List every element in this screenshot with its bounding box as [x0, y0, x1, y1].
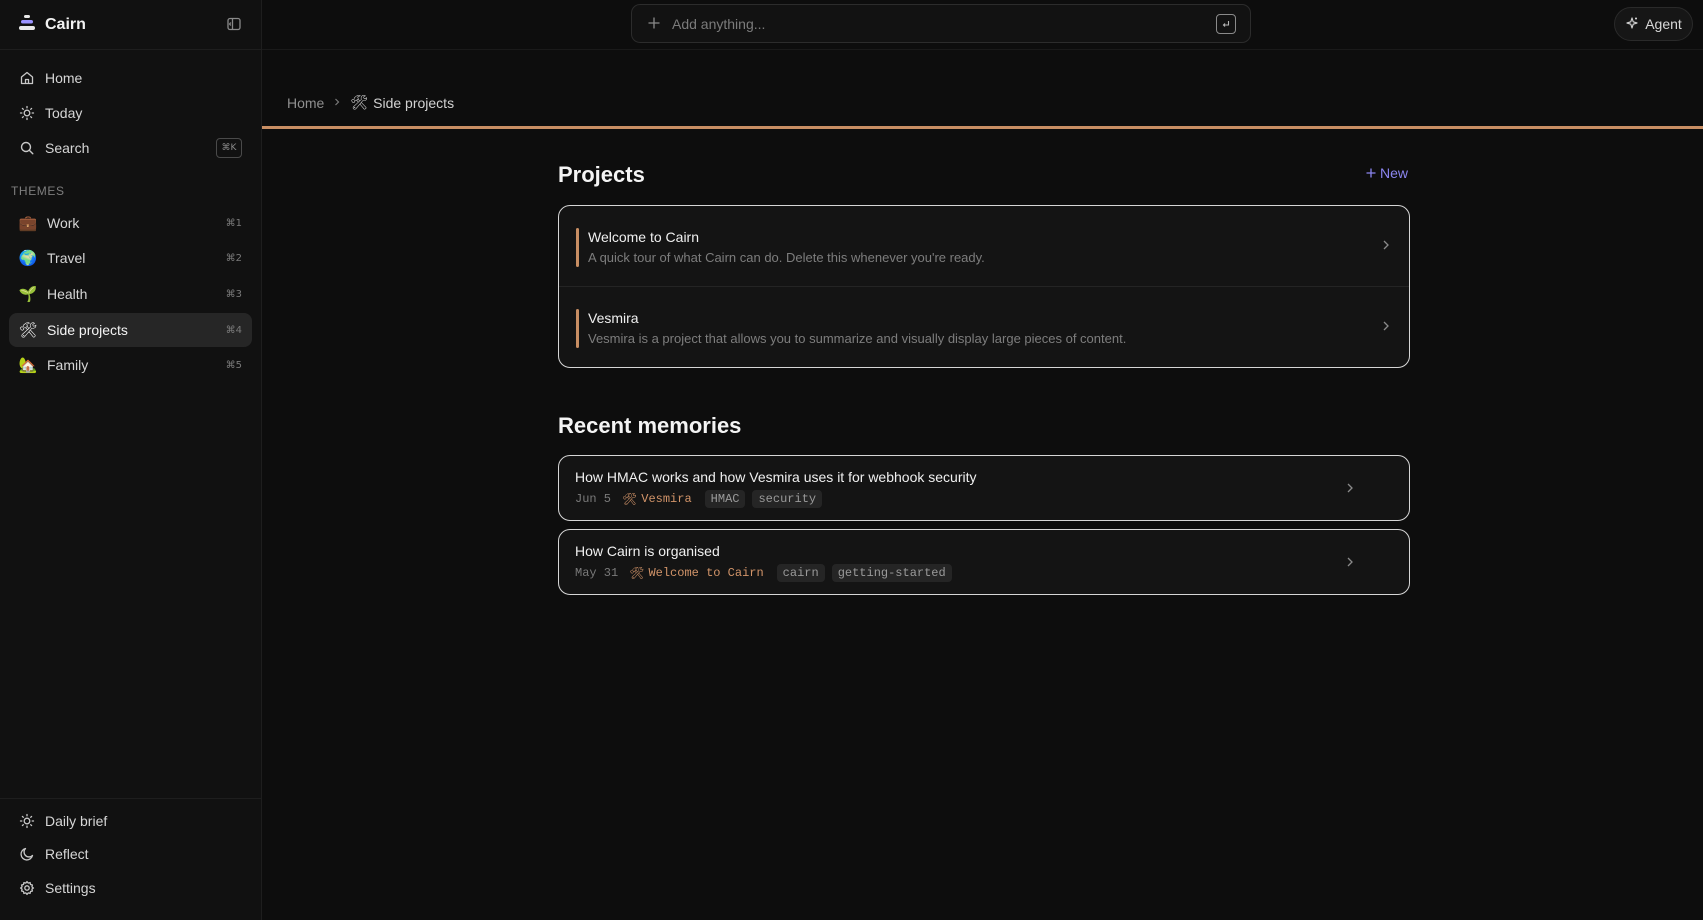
theme-shortcut: ⌘1 — [225, 217, 242, 229]
sidebar: Cairn Home Today Search ⌘K THEMES 💼 Work… — [0, 0, 262, 920]
memory-meta: Jun 5 🛠 Vesmira HMAC security — [575, 490, 823, 508]
memory-meta: May 31 🛠 Welcome to Cairn cairn getting-… — [575, 564, 952, 582]
nav-today-label: Today — [45, 105, 83, 121]
memory-project-link[interactable]: 🛠 Welcome to Cairn — [629, 566, 763, 581]
breadcrumb-home[interactable]: Home — [287, 95, 324, 111]
chevron-right-icon — [332, 95, 342, 110]
theme-shortcut: ⌘3 — [225, 288, 242, 300]
theme-item-work[interactable]: 💼 Work ⌘1 — [9, 206, 252, 240]
nav-search-label: Search — [45, 140, 90, 156]
agent-label: Agent — [1645, 16, 1682, 32]
themes-section-label: THEMES — [11, 184, 65, 198]
theme-label: Travel — [47, 250, 86, 266]
theme-item-health[interactable]: 🌱 Health ⌘3 — [9, 277, 252, 311]
seedling-icon: 🌱 — [18, 285, 38, 303]
add-anything-input[interactable]: Add anything... — [631, 4, 1251, 43]
theme-item-side-projects[interactable]: 🛠 Side projects ⌘4 — [9, 313, 252, 347]
theme-item-family[interactable]: 🏡 Family ⌘5 — [9, 348, 252, 382]
chevron-right-icon — [1343, 481, 1357, 495]
nav-settings-label: Settings — [45, 880, 96, 896]
hammer-wrench-icon: 🛠 — [629, 566, 645, 581]
breadcrumb: Home 🛠 Side projects — [287, 94, 454, 111]
theme-shortcut: ⌘5 — [225, 359, 242, 371]
chevron-right-icon — [1379, 238, 1393, 252]
chevron-right-icon — [1379, 319, 1393, 333]
app-name: Cairn — [45, 15, 86, 33]
theme-shortcut: ⌘4 — [225, 324, 242, 336]
memory-title: How Cairn is organised — [575, 543, 720, 559]
memory-title: How HMAC works and how Vesmira uses it f… — [575, 469, 977, 485]
nav-search[interactable]: Search ⌘K — [9, 132, 252, 164]
new-project-button[interactable]: New — [1366, 165, 1408, 181]
agent-button[interactable]: Agent — [1614, 7, 1693, 41]
new-project-label: New — [1380, 165, 1409, 181]
gear-icon — [19, 880, 35, 896]
add-anything-placeholder: Add anything... — [672, 15, 766, 32]
theme-label: Work — [47, 215, 80, 231]
house-icon: 🏡 — [18, 356, 38, 374]
theme-label: Side projects — [47, 322, 128, 338]
nav-home[interactable]: Home — [9, 62, 252, 94]
enter-key-icon[interactable] — [1216, 14, 1236, 34]
project-accent-bar — [576, 228, 579, 267]
accent-rule — [262, 126, 1703, 129]
project-accent-bar — [576, 309, 579, 348]
sun-icon — [19, 105, 35, 121]
memory-date: May 31 — [575, 566, 619, 580]
theme-label: Health — [47, 286, 88, 302]
moon-icon — [20, 847, 34, 861]
tag-chip[interactable]: getting-started — [831, 564, 952, 582]
memory-project-label: Vesmira — [641, 492, 692, 506]
breadcrumb-current-label: Side projects — [373, 94, 455, 111]
recent-memories-heading: Recent memories — [558, 413, 742, 438]
brand[interactable]: Cairn — [18, 14, 86, 35]
tag-chip[interactable]: cairn — [776, 564, 825, 582]
theme-shortcut: ⌘2 — [225, 252, 242, 264]
projects-list: Welcome to Cairn A quick tour of what Ca… — [558, 205, 1410, 368]
collapse-sidebar-icon[interactable] — [226, 16, 242, 32]
memory-card-cairn[interactable]: How Cairn is organised May 31 🛠 Welcome … — [558, 529, 1410, 595]
search-icon — [20, 141, 34, 155]
project-title: Welcome to Cairn — [588, 229, 700, 245]
nav-home-label: Home — [45, 70, 83, 86]
plus-icon — [648, 16, 660, 32]
home-icon — [20, 71, 34, 85]
theme-label: Family — [47, 357, 89, 373]
memory-project-label: Welcome to Cairn — [648, 566, 764, 580]
project-row-vesmira[interactable]: Vesmira Vesmira is a project that allows… — [559, 287, 1409, 367]
project-row-welcome[interactable]: Welcome to Cairn A quick tour of what Ca… — [559, 206, 1409, 286]
tag-chip[interactable]: security — [752, 490, 823, 508]
memory-project-link[interactable]: 🛠 Vesmira — [622, 492, 692, 507]
hammer-wrench-icon: 🛠 — [622, 492, 638, 507]
divider — [262, 49, 1703, 50]
cairn-logo-icon — [18, 14, 36, 35]
chevron-right-icon — [1343, 555, 1357, 569]
memory-date: Jun 5 — [575, 492, 612, 506]
divider — [0, 49, 262, 50]
project-description: A quick tour of what Cairn can do. Delet… — [588, 250, 985, 265]
nav-today[interactable]: Today — [9, 97, 252, 129]
breadcrumb-current: 🛠 Side projects — [350, 94, 454, 111]
sparkle-icon — [1625, 16, 1639, 33]
hammer-wrench-icon: 🛠 — [350, 94, 369, 110]
nav-daily-brief-label: Daily brief — [45, 813, 108, 829]
tag-chip[interactable]: HMAC — [704, 490, 746, 508]
sun-icon — [19, 813, 35, 829]
projects-heading: Projects — [558, 162, 645, 187]
search-shortcut: ⌘K — [216, 138, 242, 158]
project-description: Vesmira is a project that allows you to … — [588, 331, 1127, 346]
globe-icon: 🌍 — [18, 249, 38, 267]
briefcase-icon: 💼 — [18, 214, 38, 232]
nav-daily-brief[interactable]: Daily brief — [9, 805, 252, 837]
memory-card-hmac[interactable]: How HMAC works and how Vesmira uses it f… — [558, 455, 1410, 521]
divider — [0, 798, 262, 799]
hammer-wrench-icon: 🛠 — [18, 321, 38, 339]
nav-reflect[interactable]: Reflect — [9, 838, 252, 870]
theme-item-travel[interactable]: 🌍 Travel ⌘2 — [9, 241, 252, 275]
plus-icon — [1366, 165, 1376, 181]
project-title: Vesmira — [588, 310, 639, 326]
nav-reflect-label: Reflect — [45, 846, 89, 862]
nav-settings[interactable]: Settings — [9, 872, 252, 904]
